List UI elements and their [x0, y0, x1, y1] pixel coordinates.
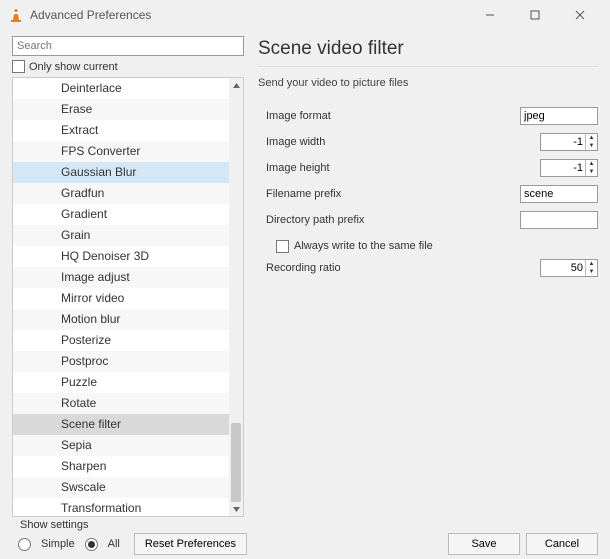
window-title: Advanced Preferences [30, 8, 467, 22]
recording-ratio-value: 50 [541, 260, 585, 276]
cancel-button[interactable]: Cancel [526, 533, 598, 555]
all-radio[interactable] [85, 538, 98, 551]
preferences-tree: DeinterlaceEraseExtractFPS ConverterGaus… [12, 77, 244, 517]
spin-up-icon[interactable]: ▲ [586, 160, 597, 168]
minimize-button[interactable] [467, 1, 512, 29]
scroll-down-icon[interactable] [229, 502, 243, 516]
tree-item[interactable]: Swscale [13, 477, 229, 498]
always-write-label: Always write to the same file [294, 240, 433, 252]
only-current-label: Only show current [29, 61, 118, 73]
panel-divider [258, 66, 598, 67]
tree-item[interactable]: Erase [13, 99, 229, 120]
tree-item[interactable]: Postproc [13, 351, 229, 372]
show-settings-label: Show settings [20, 519, 88, 531]
filename-prefix-input[interactable] [520, 185, 598, 203]
title-bar: Advanced Preferences [0, 0, 610, 30]
spin-down-icon[interactable]: ▼ [586, 268, 597, 276]
dir-prefix-label: Directory path prefix [258, 214, 520, 226]
always-write-checkbox[interactable] [276, 240, 289, 253]
tree-item[interactable]: Gradient [13, 204, 229, 225]
image-width-spinner[interactable]: -1 ▲▼ [540, 133, 598, 151]
footer-bar: Show settings Simple All Reset Preferenc… [0, 517, 610, 559]
spin-up-icon[interactable]: ▲ [586, 134, 597, 142]
spin-down-icon[interactable]: ▼ [586, 142, 597, 150]
tree-item[interactable]: Grain [13, 225, 229, 246]
tree-item[interactable]: Motion blur [13, 309, 229, 330]
maximize-button[interactable] [512, 1, 557, 29]
scroll-thumb[interactable] [231, 423, 241, 502]
tree-list[interactable]: DeinterlaceEraseExtractFPS ConverterGaus… [13, 78, 229, 516]
tree-item[interactable]: Transformation [13, 498, 229, 516]
simple-radio-label: Simple [41, 538, 75, 550]
image-format-input[interactable] [520, 107, 598, 125]
tree-item[interactable]: Deinterlace [13, 78, 229, 99]
tree-item[interactable]: Posterize [13, 330, 229, 351]
tree-item[interactable]: Rotate [13, 393, 229, 414]
tree-item[interactable]: Gradfun [13, 183, 229, 204]
image-height-value: -1 [541, 160, 585, 176]
tree-item[interactable]: Mirror video [13, 288, 229, 309]
image-width-value: -1 [541, 134, 585, 150]
simple-radio[interactable] [18, 538, 31, 551]
close-button[interactable] [557, 1, 602, 29]
tree-item[interactable]: Puzzle [13, 372, 229, 393]
panel-subtitle: Send your video to picture files [258, 77, 598, 89]
tree-item[interactable]: Sepia [13, 435, 229, 456]
scroll-up-icon[interactable] [229, 78, 243, 92]
recording-ratio-spinner[interactable]: 50 ▲▼ [540, 259, 598, 277]
image-height-label: Image height [258, 162, 540, 174]
only-current-checkbox[interactable] [12, 60, 25, 73]
search-input[interactable] [12, 36, 244, 56]
tree-item[interactable]: HQ Denoiser 3D [13, 246, 229, 267]
vlc-cone-icon [8, 7, 24, 23]
image-height-spinner[interactable]: -1 ▲▼ [540, 159, 598, 177]
recording-ratio-label: Recording ratio [258, 262, 540, 274]
dir-prefix-input[interactable] [520, 211, 598, 229]
save-button[interactable]: Save [448, 533, 520, 555]
tree-item[interactable]: Sharpen [13, 456, 229, 477]
tree-item[interactable]: Extract [13, 120, 229, 141]
tree-item[interactable]: Image adjust [13, 267, 229, 288]
tree-scrollbar[interactable] [229, 78, 243, 516]
spin-up-icon[interactable]: ▲ [586, 260, 597, 268]
reset-preferences-button[interactable]: Reset Preferences [134, 533, 247, 555]
tree-item[interactable]: Gaussian Blur [13, 162, 229, 183]
image-width-label: Image width [258, 136, 540, 148]
all-radio-label: All [108, 538, 120, 550]
tree-item[interactable]: FPS Converter [13, 141, 229, 162]
filename-prefix-label: Filename prefix [258, 188, 520, 200]
panel-title: Scene video filter [258, 38, 598, 60]
tree-item[interactable]: Scene filter [13, 414, 229, 435]
spin-down-icon[interactable]: ▼ [586, 168, 597, 176]
image-format-label: Image format [258, 110, 520, 122]
